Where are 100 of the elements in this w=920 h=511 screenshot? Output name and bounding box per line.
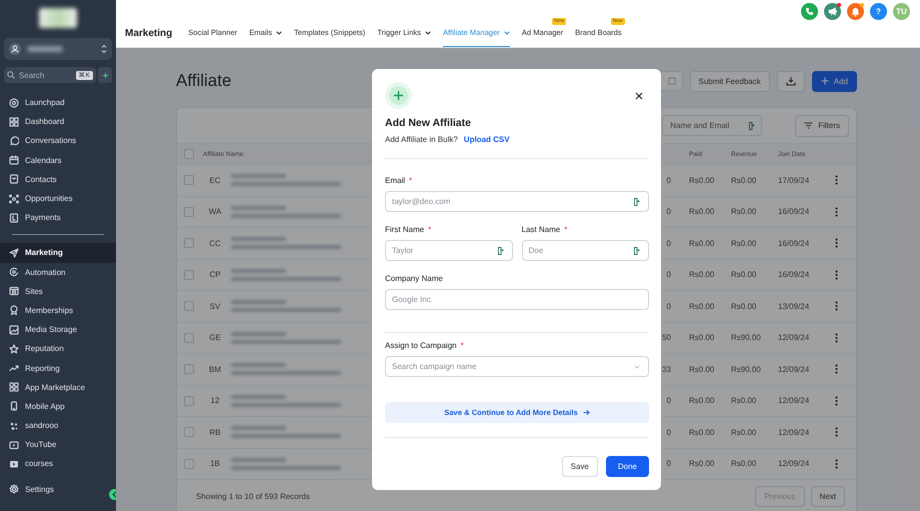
- row-checkbox[interactable]: [184, 175, 194, 186]
- avatar-initials: RB: [208, 428, 222, 437]
- arrow-right-icon: [582, 409, 590, 416]
- row-checkbox[interactable]: [184, 458, 194, 469]
- row-checkbox[interactable]: [184, 396, 194, 406]
- award-icon: [9, 305, 19, 316]
- play-screen-icon: [9, 458, 19, 469]
- sidebar-item[interactable]: Sites: [0, 282, 116, 301]
- notifications-button[interactable]: [847, 3, 864, 20]
- table-cell-text: Rs0.00: [688, 459, 716, 468]
- sidebar-item[interactable]: Memberships: [0, 300, 116, 320]
- account-switcher[interactable]: [4, 38, 112, 60]
- sidebar-item[interactable]: Media Storage: [0, 320, 116, 340]
- table-cell-text: 12/09/24: [778, 428, 810, 437]
- row-checkbox[interactable]: [184, 332, 194, 343]
- more-vertical-icon: [834, 364, 838, 374]
- table-cell-text: 12/09/24: [778, 333, 810, 342]
- search-field[interactable]: Name and Email: [662, 115, 762, 136]
- upload-csv-link[interactable]: Upload CSV: [464, 135, 510, 144]
- row-checkbox[interactable]: [184, 238, 194, 248]
- header-checkbox[interactable]: [184, 149, 194, 159]
- sidebar-item[interactable]: YouTube: [0, 435, 116, 454]
- sidebar-item[interactable]: Reporting: [0, 358, 116, 378]
- chevron-down-icon: [634, 364, 640, 368]
- notification-dot: [860, 3, 864, 7]
- table-cell-text: Rs0.00: [688, 364, 716, 374]
- trend-line-icon: [9, 363, 19, 374]
- announcements-button[interactable]: [824, 3, 841, 20]
- browser-window-icon: [9, 286, 19, 296]
- bell-icon: [851, 6, 860, 16]
- sidebar-item[interactable]: Opportunities: [0, 188, 116, 208]
- phone-button[interactable]: [801, 3, 818, 20]
- row-checkbox[interactable]: [184, 364, 194, 374]
- required-mark: *: [409, 176, 412, 185]
- modal-title: Add New Affiliate: [385, 117, 472, 129]
- row-checkbox[interactable]: [184, 427, 194, 438]
- table-cell-text: Rs0.00: [731, 396, 758, 406]
- table-cell: 0: [666, 396, 671, 406]
- quick-action-button[interactable]: [98, 67, 112, 83]
- add-button[interactable]: Add: [812, 70, 857, 92]
- more-vertical-icon: [834, 458, 838, 469]
- pagination-button[interactable]: Next: [810, 486, 845, 507]
- avatar-initials: WA: [208, 207, 222, 216]
- field-label: Company Name: [385, 274, 444, 283]
- phone-icon: [805, 7, 814, 16]
- network-icon: [9, 194, 19, 204]
- cluster-icon: [9, 420, 19, 431]
- help-button[interactable]: ?: [870, 3, 887, 20]
- done-button[interactable]: Done: [606, 456, 649, 477]
- table-cell-text: Rs0.00: [688, 270, 716, 280]
- more-vertical-icon: [834, 206, 838, 217]
- sidebar-item[interactable]: Marketing: [0, 243, 116, 262]
- sidebar-item[interactable]: courses: [0, 454, 116, 474]
- sidebar-item[interactable]: Reputation: [0, 339, 116, 358]
- table-cell-text: Rs0.00: [731, 428, 758, 437]
- blurred-logo: [39, 8, 77, 28]
- sidebar-item[interactable]: Automation: [0, 262, 116, 282]
- play-screen-icon: [9, 440, 19, 450]
- contact-card-icon: [9, 174, 19, 184]
- calendar-icon: [668, 77, 676, 85]
- plus-icon: [820, 77, 829, 85]
- close-icon: [635, 92, 643, 100]
- table-cell-text: Rs0.00: [688, 238, 716, 248]
- sidebar-item[interactable]: Settings: [0, 480, 106, 499]
- table-cell-text: Rs0.00: [688, 176, 716, 185]
- filters-button[interactable]: Filters: [795, 114, 849, 136]
- more-vertical-icon: [834, 301, 838, 312]
- image-icon: [9, 324, 19, 335]
- row-checkbox[interactable]: [184, 301, 194, 312]
- avatar-initials: SV: [208, 302, 222, 311]
- contact-icon: [634, 246, 640, 254]
- more-vertical-icon: [834, 238, 838, 248]
- sidebar-item[interactable]: sandrooo: [0, 416, 116, 436]
- sidebar-item[interactable]: Dashboard: [0, 112, 116, 132]
- sidebar-item[interactable]: Launchpad: [0, 93, 116, 112]
- star-icon: [9, 344, 19, 354]
- circle-logo-icon: [9, 98, 19, 108]
- filter-icon: [804, 122, 814, 129]
- avatar-initials: CC: [208, 238, 222, 248]
- table-cell-text: Rs0.00: [688, 333, 716, 342]
- table-cell: 50: [662, 333, 671, 342]
- sidebar-item[interactable]: Contacts: [0, 170, 116, 189]
- table-cell-text: 16/09/24: [778, 238, 810, 248]
- sidebar-item[interactable]: App Marketplace: [0, 378, 116, 397]
- sidebar-item[interactable]: Conversations: [0, 131, 116, 151]
- section-title: Marketing: [125, 28, 172, 41]
- sidebar-item[interactable]: Calendars: [0, 150, 116, 170]
- download-button[interactable]: [776, 70, 805, 92]
- row-checkbox[interactable]: [184, 270, 194, 280]
- avatar-initials: CP: [208, 270, 222, 280]
- row-checkbox[interactable]: [184, 206, 194, 217]
- table-cell-text: Rs0.00: [688, 428, 716, 437]
- avatar-initials: BM: [208, 364, 222, 374]
- feedback-button[interactable]: Submit Feedback: [690, 70, 770, 92]
- sidebar-item[interactable]: Mobile App: [0, 396, 116, 416]
- sidebar-item[interactable]: Payments: [0, 208, 116, 228]
- bulk-prompt: Add Affiliate in Bulk?: [385, 135, 458, 144]
- save-button[interactable]: Save: [562, 456, 598, 477]
- table-cell-text: 12/09/24: [778, 459, 810, 468]
- more-vertical-icon: [834, 396, 838, 406]
